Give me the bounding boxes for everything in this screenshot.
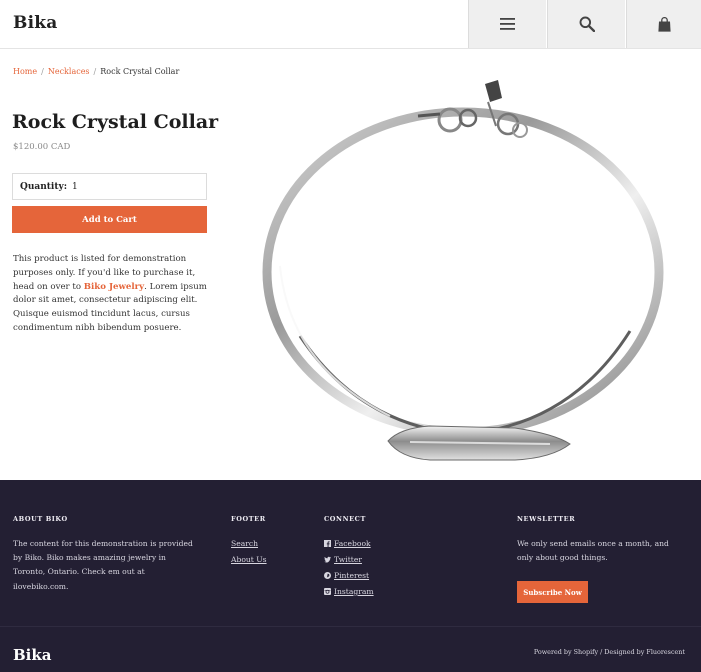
breadcrumb-separator: /: [41, 67, 44, 76]
menu-button[interactable]: [468, 0, 546, 48]
about-heading: ABOUT BIKO: [13, 515, 68, 523]
search-icon: [579, 16, 595, 32]
footer-heading: FOOTER: [231, 515, 266, 523]
breadcrumb-separator: /: [93, 67, 97, 76]
product-title: Rock Crystal Collar: [12, 111, 219, 133]
footer-link-search[interactable]: Search: [231, 539, 258, 548]
pinterest-label: Pinterest: [334, 571, 370, 580]
site-footer: ABOUT BIKO The content for this demonstr…: [0, 480, 701, 672]
about-text: The content for this demonstration is pr…: [13, 539, 193, 591]
connect-heading: CONNECT: [324, 515, 366, 523]
instagram-label: Instagram: [334, 587, 374, 596]
facebook-link[interactable]: Facebook: [324, 539, 371, 548]
footer-logo[interactable]: Bika: [13, 646, 52, 664]
site-header: Bika: [0, 0, 701, 49]
breadcrumb: Home / Necklaces / Rock Crystal Collar: [13, 67, 179, 76]
twitter-link[interactable]: Twitter: [324, 555, 362, 564]
product-price: $120.00 CAD: [13, 142, 71, 152]
footer-link-about-us[interactable]: About Us: [231, 555, 267, 564]
quantity-input[interactable]: [72, 181, 173, 192]
twitter-icon: [324, 556, 331, 563]
cart-icon: [657, 16, 671, 32]
breadcrumb-category[interactable]: Necklaces: [48, 67, 90, 76]
subscribe-button[interactable]: Subscribe Now: [517, 581, 588, 603]
footer-divider: [0, 626, 701, 627]
facebook-icon: [324, 540, 331, 547]
cart-button[interactable]: [626, 0, 701, 48]
add-to-cart-button[interactable]: Add to Cart: [12, 206, 207, 233]
instagram-link[interactable]: Instagram: [324, 587, 374, 596]
instagram-icon: [324, 588, 331, 595]
quantity-label: Quantity:: [20, 181, 68, 192]
search-button[interactable]: [547, 0, 625, 48]
product-image[interactable]: [240, 66, 690, 480]
footer-credits: Powered by Shopify / Designed by Fluores…: [533, 648, 685, 656]
pinterest-icon: [324, 572, 331, 579]
biko-jewelry-link[interactable]: Biko Jewelry: [84, 282, 144, 292]
breadcrumb-home[interactable]: Home: [13, 67, 37, 76]
site-logo[interactable]: Bika: [13, 13, 57, 33]
newsletter-heading: NEWSLETTER: [517, 515, 576, 523]
product-description: This product is listed for demonstration…: [13, 253, 213, 336]
newsletter-text: We only send emails once a month, and on…: [517, 539, 669, 563]
twitter-label: Twitter: [334, 555, 362, 564]
menu-icon: [500, 18, 515, 30]
facebook-label: Facebook: [334, 539, 371, 548]
breadcrumb-current: Rock Crystal Collar: [100, 67, 180, 76]
quantity-field: Quantity:: [12, 173, 207, 200]
pinterest-link[interactable]: Pinterest: [324, 571, 369, 580]
